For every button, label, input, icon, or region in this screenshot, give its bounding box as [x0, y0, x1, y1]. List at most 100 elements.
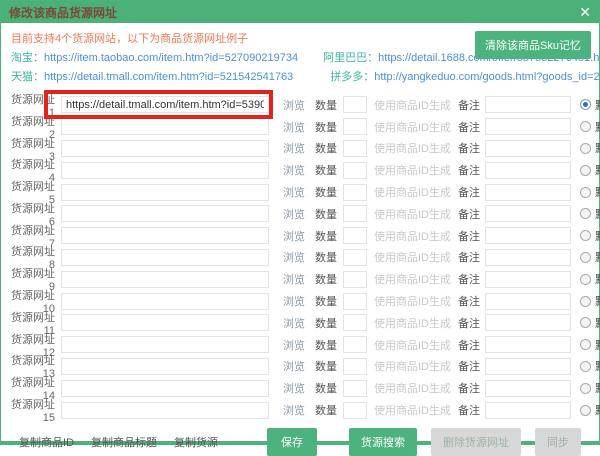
- generate-from-id-link[interactable]: 使用商品ID生成: [374, 249, 451, 265]
- browse-link[interactable]: 浏览: [283, 380, 305, 396]
- source-url-input[interactable]: [61, 118, 269, 135]
- remark-input[interactable]: [485, 118, 571, 135]
- generate-from-id-link[interactable]: 使用商品ID生成: [374, 140, 451, 156]
- quantity-input[interactable]: [343, 162, 367, 179]
- sync-button[interactable]: 同步: [535, 428, 581, 456]
- copy-product-title-link[interactable]: 复制商品标题: [91, 434, 157, 450]
- save-button[interactable]: 保存: [267, 428, 317, 456]
- generate-from-id-link[interactable]: 使用商品ID生成: [374, 228, 451, 244]
- quantity-input[interactable]: [343, 314, 367, 331]
- source-url-input[interactable]: [61, 293, 269, 310]
- remark-input[interactable]: [485, 358, 571, 375]
- quantity-input[interactable]: [343, 118, 367, 135]
- source-url-input[interactable]: [61, 249, 269, 266]
- quantity-input[interactable]: [343, 184, 367, 201]
- source-url-input[interactable]: [61, 336, 269, 353]
- browse-link[interactable]: 浏览: [283, 293, 305, 309]
- remark-input[interactable]: [485, 314, 571, 331]
- source-url-input[interactable]: [61, 314, 269, 331]
- source-url-input[interactable]: [61, 271, 269, 288]
- quantity-input[interactable]: [343, 336, 367, 353]
- generate-from-id-link[interactable]: 使用商品ID生成: [374, 206, 451, 222]
- generate-from-id-link[interactable]: 使用商品ID生成: [374, 119, 451, 135]
- default-radio[interactable]: [580, 361, 591, 372]
- remark-input[interactable]: [485, 184, 571, 201]
- default-radio[interactable]: [580, 405, 591, 416]
- default-radio[interactable]: [580, 208, 591, 219]
- delete-source-url-button[interactable]: 删除货源网址: [431, 428, 521, 456]
- copy-source-link[interactable]: 复制货源: [174, 434, 218, 450]
- browse-link[interactable]: 浏览: [283, 358, 305, 374]
- generate-from-id-link[interactable]: 使用商品ID生成: [374, 315, 451, 331]
- quantity-input[interactable]: [343, 293, 367, 310]
- remark-input[interactable]: [485, 402, 571, 419]
- remark-input[interactable]: [485, 162, 571, 179]
- remark-input[interactable]: [485, 140, 571, 157]
- quantity-input[interactable]: [343, 358, 367, 375]
- browse-link[interactable]: 浏览: [283, 97, 305, 113]
- browse-link[interactable]: 浏览: [283, 206, 305, 222]
- default-radio[interactable]: [580, 317, 591, 328]
- remark-input[interactable]: [485, 227, 571, 244]
- taobao-example-link[interactable]: https://item.taobao.com/item.htm?id=5270…: [44, 52, 298, 64]
- default-radio[interactable]: [580, 99, 591, 110]
- default-radio[interactable]: [580, 121, 591, 132]
- quantity-input[interactable]: [343, 271, 367, 288]
- generate-from-id-link[interactable]: 使用商品ID生成: [374, 337, 451, 353]
- default-radio[interactable]: [580, 187, 591, 198]
- browse-link[interactable]: 浏览: [283, 184, 305, 200]
- remark-input[interactable]: [485, 205, 571, 222]
- generate-from-id-link[interactable]: 使用商品ID生成: [374, 402, 451, 418]
- source-url-input[interactable]: [61, 380, 269, 397]
- source-search-button[interactable]: 货源搜索: [349, 428, 417, 456]
- browse-link[interactable]: 浏览: [283, 140, 305, 156]
- default-radio[interactable]: [580, 143, 591, 154]
- generate-from-id-link[interactable]: 使用商品ID生成: [374, 293, 451, 309]
- browse-link[interactable]: 浏览: [283, 315, 305, 331]
- source-url-input[interactable]: [61, 162, 269, 179]
- generate-from-id-link[interactable]: 使用商品ID生成: [374, 162, 451, 178]
- browse-link[interactable]: 浏览: [283, 402, 305, 418]
- quantity-input[interactable]: [343, 227, 367, 244]
- quantity-input[interactable]: [343, 96, 367, 113]
- remark-input[interactable]: [485, 380, 571, 397]
- generate-from-id-link[interactable]: 使用商品ID生成: [374, 358, 451, 374]
- remark-input[interactable]: [485, 249, 571, 266]
- quantity-input[interactable]: [343, 380, 367, 397]
- default-radio[interactable]: [580, 230, 591, 241]
- source-url-input[interactable]: [61, 96, 269, 113]
- remark-input[interactable]: [485, 293, 571, 310]
- source-url-input[interactable]: [61, 140, 269, 157]
- quantity-input[interactable]: [343, 205, 367, 222]
- clear-sku-memory-button[interactable]: 清除该商品Sku记忆: [475, 31, 591, 59]
- generate-from-id-link[interactable]: 使用商品ID生成: [374, 97, 451, 113]
- default-radio[interactable]: [580, 339, 591, 350]
- source-url-input[interactable]: [61, 402, 269, 419]
- default-radio[interactable]: [580, 252, 591, 263]
- close-icon[interactable]: ✕: [579, 5, 591, 19]
- generate-from-id-link[interactable]: 使用商品ID生成: [374, 380, 451, 396]
- browse-link[interactable]: 浏览: [283, 337, 305, 353]
- pinduoduo-example-link[interactable]: http://yangkeduo.com/goods.html?goods_id…: [374, 71, 600, 83]
- browse-link[interactable]: 浏览: [283, 228, 305, 244]
- quantity-input[interactable]: [343, 249, 367, 266]
- generate-from-id-link[interactable]: 使用商品ID生成: [374, 271, 451, 287]
- quantity-input[interactable]: [343, 140, 367, 157]
- remark-input[interactable]: [485, 96, 571, 113]
- source-url-input[interactable]: [61, 358, 269, 375]
- browse-link[interactable]: 浏览: [283, 249, 305, 265]
- browse-link[interactable]: 浏览: [283, 119, 305, 135]
- default-radio[interactable]: [580, 383, 591, 394]
- default-radio[interactable]: [580, 165, 591, 176]
- remark-input[interactable]: [485, 336, 571, 353]
- browse-link[interactable]: 浏览: [283, 162, 305, 178]
- browse-link[interactable]: 浏览: [283, 271, 305, 287]
- source-url-input[interactable]: [61, 227, 269, 244]
- source-url-input[interactable]: [61, 205, 269, 222]
- tmall-example-link[interactable]: https://detail.tmall.com/item.htm?id=521…: [44, 71, 293, 83]
- copy-product-id-link[interactable]: 复制商品ID: [19, 434, 74, 450]
- quantity-input[interactable]: [343, 402, 367, 419]
- remark-input[interactable]: [485, 271, 571, 288]
- generate-from-id-link[interactable]: 使用商品ID生成: [374, 184, 451, 200]
- source-url-input[interactable]: [61, 184, 269, 201]
